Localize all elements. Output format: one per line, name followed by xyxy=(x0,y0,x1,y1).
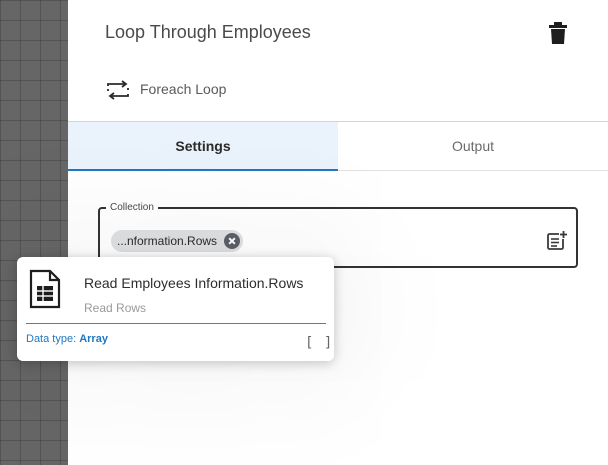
popup-subtitle: Read Rows xyxy=(84,301,147,315)
variable-suggestion-popup[interactable]: Read Employees Information.Rows Read Row… xyxy=(17,257,334,361)
panel-title[interactable]: Loop Through Employees xyxy=(105,22,311,43)
data-type-row: Data type: Array xyxy=(26,333,108,345)
tab-bar: Settings Output xyxy=(68,121,608,171)
tab-output[interactable]: Output xyxy=(338,122,608,171)
tab-settings[interactable]: Settings xyxy=(68,122,338,171)
add-list-icon xyxy=(547,230,568,250)
divider xyxy=(26,323,326,324)
data-type-value: Array xyxy=(79,333,108,345)
loop-icon xyxy=(105,80,131,100)
trash-icon xyxy=(549,22,567,44)
spreadsheet-document-icon xyxy=(29,269,61,309)
add-variable-button[interactable] xyxy=(546,230,568,252)
array-icon: [ ] xyxy=(305,335,334,351)
properties-panel: Loop Through Employees Foreach Loop Sett… xyxy=(68,0,608,465)
loop-type-label: Foreach Loop xyxy=(140,81,227,97)
delete-button[interactable] xyxy=(546,20,570,46)
popup-title: Read Employees Information.Rows xyxy=(84,275,304,291)
data-type-label: Data type: xyxy=(26,333,77,345)
collection-chip[interactable]: ...nformation.Rows xyxy=(111,230,244,252)
chip-text: ...nformation.Rows xyxy=(117,234,218,248)
collection-label: Collection xyxy=(106,202,158,214)
close-circle-icon[interactable] xyxy=(224,233,241,249)
workflow-canvas[interactable] xyxy=(0,0,68,465)
